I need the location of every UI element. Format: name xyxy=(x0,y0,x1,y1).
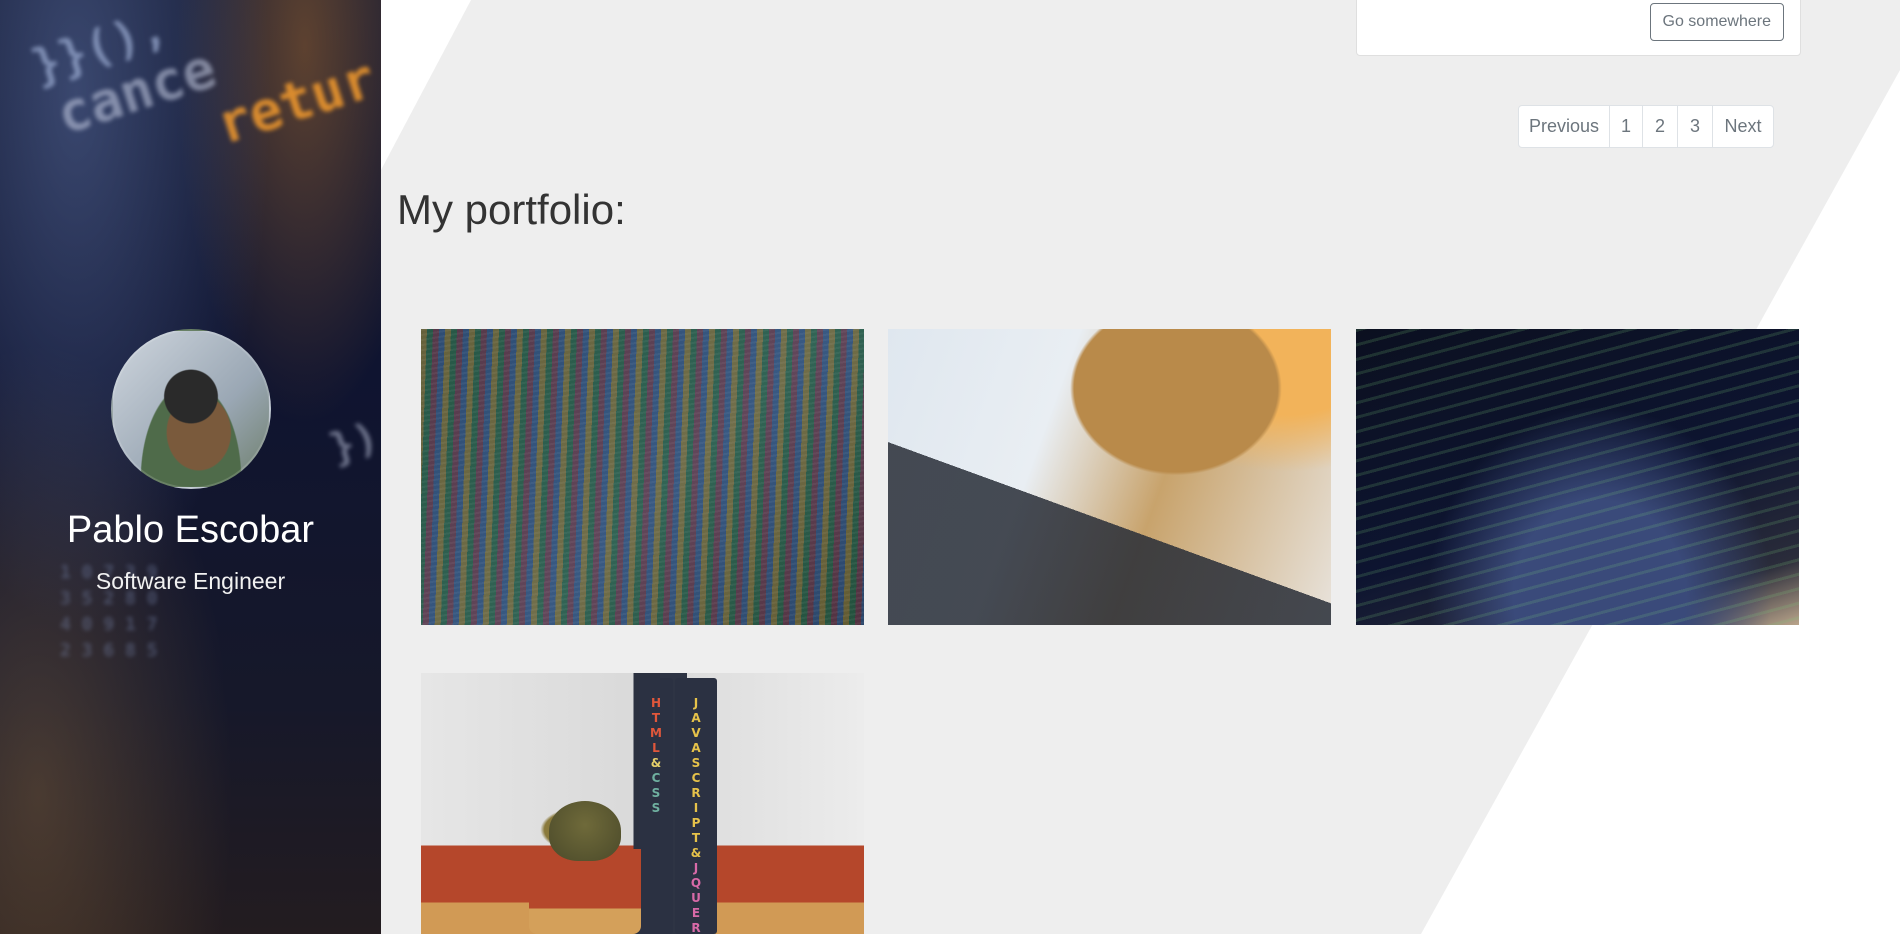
pagination-page-3[interactable]: 3 xyxy=(1677,105,1713,148)
profile-name: Pablo Escobar xyxy=(66,509,315,551)
book-image: H T M L & C S S xyxy=(639,678,673,934)
profile-section: Pablo Escobar Software Engineer xyxy=(0,329,381,595)
go-somewhere-button[interactable]: Go somewhere xyxy=(1649,3,1784,41)
profile-role: Software Engineer xyxy=(95,568,286,594)
pagination-page-2[interactable]: 2 xyxy=(1642,105,1678,148)
portfolio-item-books-cactus[interactable]: HTML&CSS JAVASCRIPT&JQUERY xyxy=(421,673,864,934)
pagination-page-1[interactable]: 1 xyxy=(1609,105,1643,148)
cactus-pot-image xyxy=(529,849,641,934)
background-code-decoration: retur xyxy=(209,46,381,157)
portfolio-item-code-screen[interactable] xyxy=(421,329,864,625)
cactus-image xyxy=(549,801,621,861)
portfolio-item-laptop-coffee[interactable] xyxy=(888,329,1331,625)
sidebar: }}(), cance retur }) 1 0 7 3 93 5 2 8 04… xyxy=(0,0,381,934)
pagination-previous[interactable]: Previous xyxy=(1518,105,1610,148)
pagination: Previous 1 2 3 Next xyxy=(1518,105,1774,148)
portfolio-title: My portfolio: xyxy=(397,186,626,233)
portfolio-item-laptop-dark[interactable] xyxy=(1356,329,1799,625)
pagination-next[interactable]: Next xyxy=(1712,105,1774,148)
book-image: JAVASCRIPT&JQUERY xyxy=(675,678,717,934)
avatar xyxy=(110,329,271,489)
card: Go somewhere xyxy=(1356,0,1801,56)
main-content: Go somewhere Previous 1 2 3 Next My port… xyxy=(381,0,1900,934)
